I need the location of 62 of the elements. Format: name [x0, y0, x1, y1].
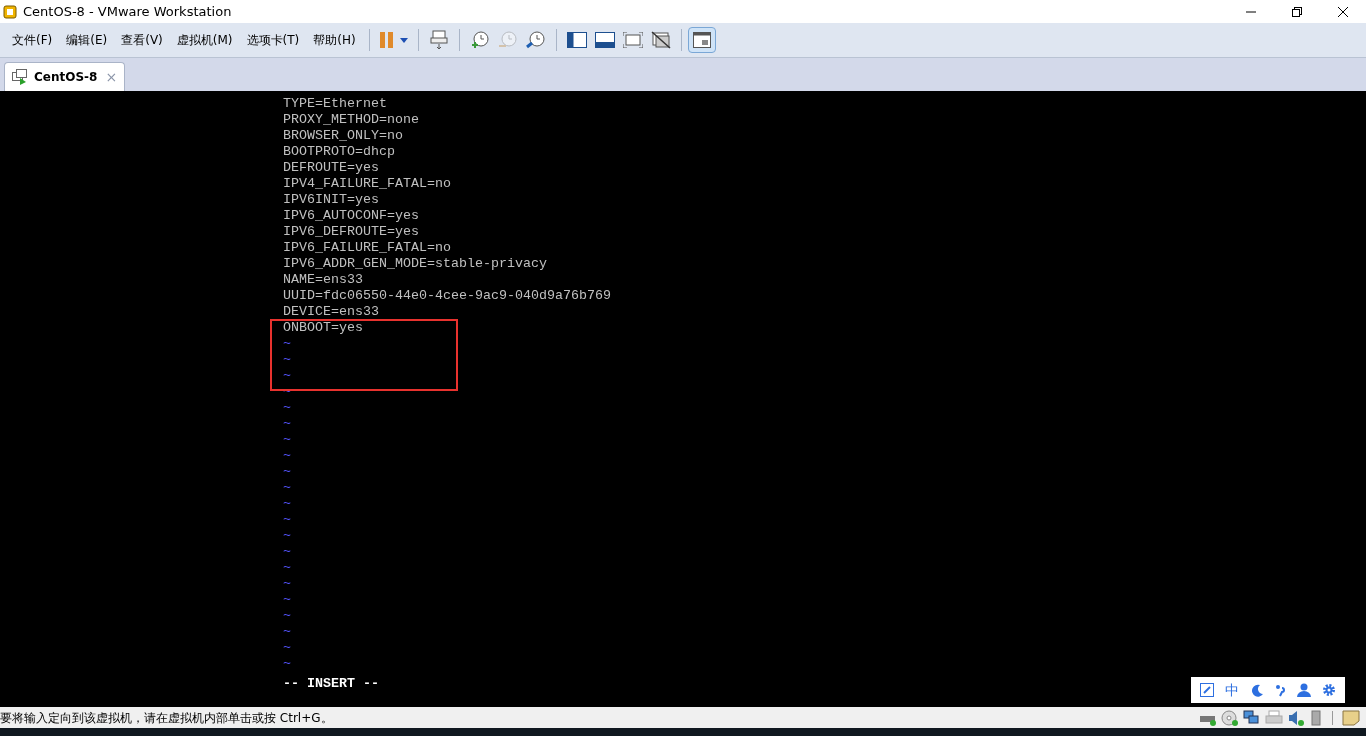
- app-icon: [3, 4, 17, 19]
- ime-logo-icon[interactable]: [1200, 683, 1215, 697]
- empty-line-marker: ~: [283, 512, 291, 528]
- config-line: IPV6INIT=yes: [283, 192, 379, 208]
- config-line: TYPE=Ethernet: [283, 96, 387, 112]
- empty-line-marker: ~: [283, 528, 291, 544]
- empty-line-marker: ~: [283, 432, 291, 448]
- menu-item[interactable]: 选项卡(T): [239, 28, 307, 52]
- empty-line-marker: ~: [283, 656, 291, 672]
- window-title: CentOS-8 - VMware Workstation: [23, 2, 232, 21]
- speaker-icon[interactable]: [1287, 709, 1305, 726]
- vm-tab[interactable]: CentOS-8 ×: [4, 62, 126, 91]
- config-line: UUID=fdc06550-44e0-4cee-9ac9-040d9a76b769: [283, 288, 611, 304]
- config-line: PROXY_METHOD=none: [283, 112, 419, 128]
- empty-line-marker: ~: [283, 544, 291, 560]
- menu-item[interactable]: 查看(V): [114, 28, 170, 52]
- empty-line-marker: ~: [283, 560, 291, 576]
- empty-line-marker: ~: [283, 480, 291, 496]
- empty-line-marker: ~: [283, 624, 291, 640]
- caret-icon[interactable]: [399, 37, 408, 43]
- config-line: IPV6_AUTOCONF=yes: [283, 208, 419, 224]
- console-view-button[interactable]: [687, 27, 716, 53]
- empty-line-marker: ~: [283, 608, 291, 624]
- status-message: 要将输入定向到该虚拟机，请在虚拟机内部单击或按 Ctrl+G。: [0, 709, 333, 727]
- moon-icon[interactable]: [1249, 683, 1264, 697]
- empty-line-marker: ~: [283, 352, 291, 368]
- config-line: BOOTPROTO=dhcp: [283, 144, 395, 160]
- config-line: IPV6_DEFROUTE=yes: [283, 224, 419, 240]
- mode-indicator: -- INSERT --: [283, 676, 379, 692]
- empty-line-marker: ~: [283, 448, 291, 464]
- restore-icon[interactable]: [1292, 6, 1302, 17]
- empty-line-marker: ~: [283, 640, 291, 656]
- comma-icon[interactable]: [1274, 683, 1287, 697]
- config-line: IPV4_FAILURE_FATAL=no: [283, 176, 451, 192]
- network-icon[interactable]: [1243, 709, 1261, 726]
- empty-line-marker: ~: [283, 416, 291, 432]
- config-line: IPV6_FAILURE_FATAL=no: [283, 240, 451, 256]
- close-icon[interactable]: [1338, 6, 1348, 17]
- menu-item[interactable]: 虚拟机(M): [169, 28, 240, 52]
- note-icon[interactable]: [1342, 709, 1360, 726]
- config-line: BROWSER_ONLY=no: [283, 128, 403, 144]
- empty-line-marker: ~: [283, 592, 291, 608]
- menu-item[interactable]: 文件(F): [5, 28, 60, 52]
- config-line: IPV6_ADDR_GEN_MODE=stable-privacy: [283, 256, 547, 272]
- empty-line-marker: ~: [283, 464, 291, 480]
- person-icon[interactable]: [1296, 683, 1311, 697]
- vm-icon: [12, 69, 28, 85]
- menu-item[interactable]: 编辑(E): [59, 28, 115, 52]
- config-line: DEFROUTE=yes: [283, 160, 379, 176]
- empty-line-marker: ~: [283, 496, 291, 512]
- ime-language[interactable]: 中: [1225, 682, 1239, 698]
- settings-icon[interactable]: [1321, 683, 1336, 697]
- usb-icon[interactable]: [1309, 709, 1323, 726]
- config-line: DEVICE=ens33: [283, 304, 379, 320]
- empty-line-marker: ~: [283, 336, 291, 352]
- config-line: NAME=ens33: [283, 272, 363, 288]
- tab-label: CentOS-8: [34, 69, 98, 86]
- empty-line-marker: ~: [283, 400, 291, 416]
- empty-line-marker: ~: [283, 576, 291, 592]
- empty-line-marker: ~: [283, 368, 291, 384]
- menu-item[interactable]: 帮助(H): [306, 28, 363, 52]
- config-line: ONBOOT=yes: [283, 320, 363, 336]
